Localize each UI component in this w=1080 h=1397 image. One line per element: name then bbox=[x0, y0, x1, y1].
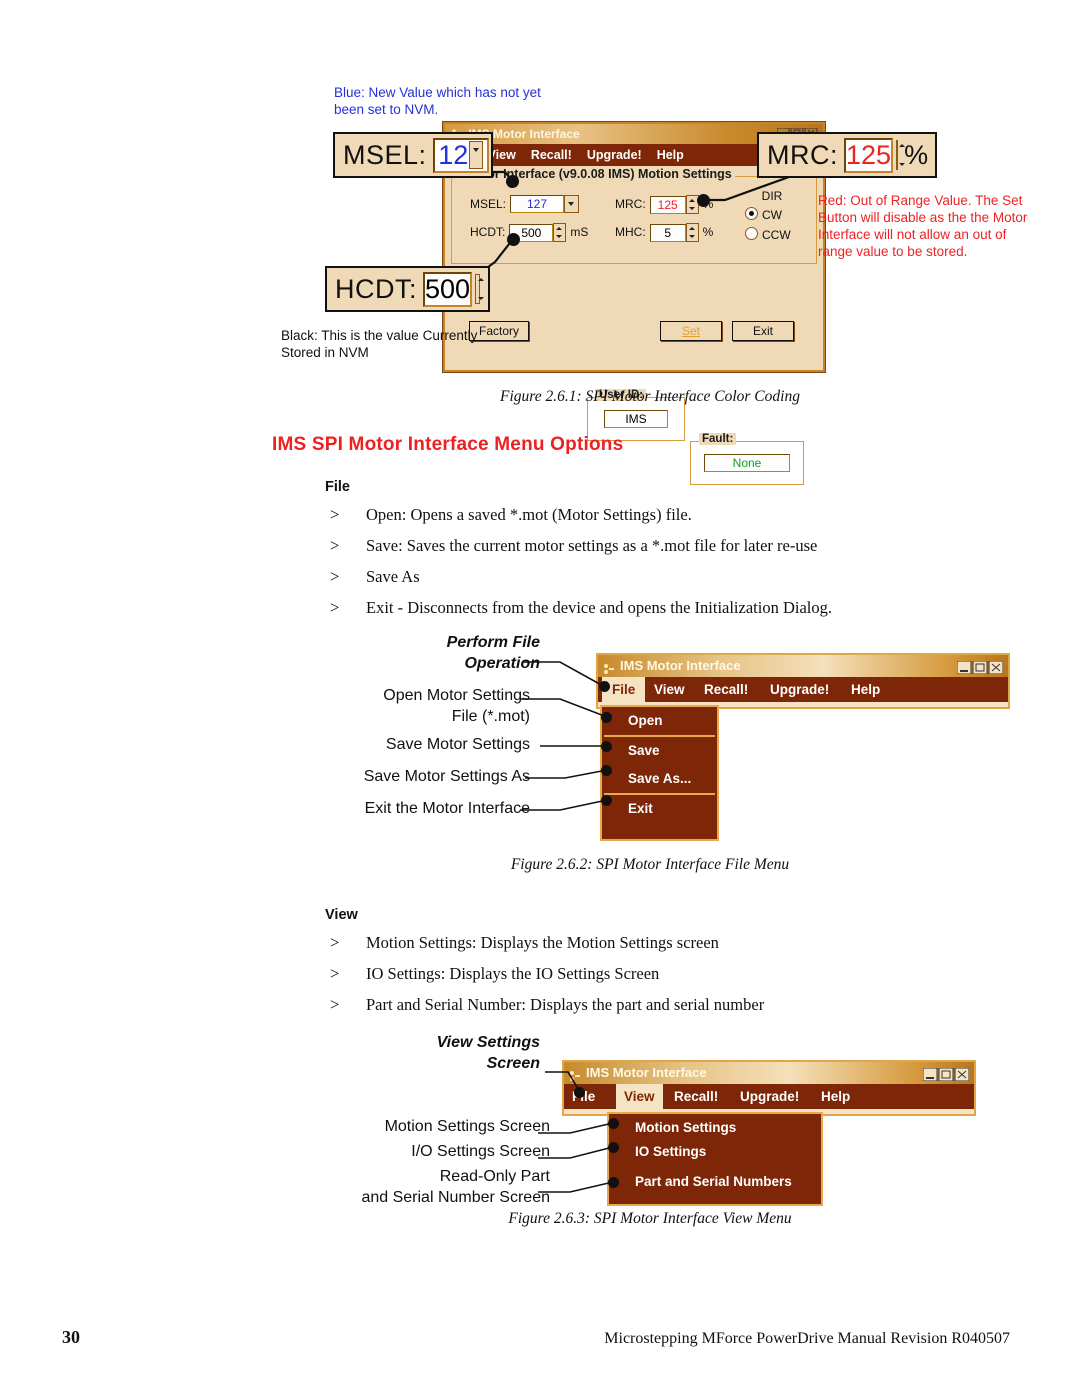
callout-hcdt-value: 500 bbox=[423, 271, 473, 307]
leader-dot-hcdt bbox=[507, 233, 520, 246]
callout-mrc: MRC: 125 % bbox=[757, 132, 937, 178]
callout-hcdt: HCDT: 500 bbox=[325, 266, 490, 312]
fig2-leader-lines bbox=[520, 661, 608, 811]
leader-dot-msel bbox=[506, 175, 519, 188]
list-item: > Motion Settings: Displays the Motion Se… bbox=[330, 933, 950, 953]
leader-dot-mrc bbox=[697, 194, 710, 207]
view-subheading: View bbox=[325, 907, 358, 923]
list-item-text: Motion Settings: Displays the Motion Set… bbox=[366, 933, 719, 952]
list-item: > IO Settings: Displays the IO Settings S… bbox=[330, 964, 950, 984]
footer-text: Microstepping MForce PowerDrive Manual R… bbox=[604, 1330, 1010, 1347]
fig2-dot-open bbox=[601, 712, 612, 723]
bullet-mark: > bbox=[330, 536, 340, 555]
figure-3-view-menu: View Settings Screen Motion Settings Scr… bbox=[0, 1020, 1080, 1220]
document-page: Blue: New Value which has not yet been s… bbox=[0, 0, 1080, 1397]
bullet-mark: > bbox=[330, 995, 340, 1014]
fault-value: None bbox=[704, 454, 790, 472]
list-item: > Open: Opens a saved *.mot (Motor Settin… bbox=[330, 505, 950, 525]
list-item: > Save: Saves the current motor settings … bbox=[330, 536, 950, 556]
fig3-leader-lines bbox=[538, 1071, 614, 1193]
callout-mrc-spinner bbox=[896, 140, 906, 170]
figure-1-color-coding: Blue: New Value which has not yet been s… bbox=[0, 0, 1080, 485]
callout-hcdt-spinner bbox=[475, 274, 484, 304]
bullet-mark: > bbox=[330, 567, 340, 586]
figure-2-file-menu: Perform File Operation Open Motor Settin… bbox=[0, 620, 1080, 870]
bullet-mark: > bbox=[330, 964, 340, 983]
bullet-mark: > bbox=[330, 505, 340, 524]
view-items-list: > Motion Settings: Displays the Motion Se… bbox=[330, 933, 950, 1015]
list-item-text: Part and Serial Number: Displays the par… bbox=[366, 995, 765, 1014]
list-item: > Save As bbox=[330, 567, 950, 587]
fig2-dot-file bbox=[599, 681, 610, 692]
list-item-text: IO Settings: Displays the IO Settings Sc… bbox=[366, 964, 660, 983]
note-black: Black: This is the value Currently Store… bbox=[281, 328, 478, 360]
list-item-text: Save: Saves the current motor settings a… bbox=[366, 536, 818, 555]
callout-msel-label: MSEL: bbox=[343, 139, 427, 170]
note-red: Red: Out of Range Value. The Set Button … bbox=[818, 193, 1028, 259]
file-subheading: File bbox=[325, 479, 350, 495]
callout-hcdt-label: HCDT: bbox=[335, 273, 417, 304]
fig2-dot-save bbox=[601, 741, 612, 752]
list-item-text: Open: Opens a saved *.mot (Motor Setting… bbox=[366, 505, 692, 524]
fig3-dot-partserial bbox=[608, 1177, 619, 1188]
section-heading: IMS SPI Motor Interface Menu Options bbox=[272, 434, 624, 455]
callout-mrc-unit: % bbox=[904, 139, 929, 170]
fault-group: Fault: None bbox=[690, 433, 804, 485]
list-item: > Part and Serial Number: Displays the pa… bbox=[330, 995, 950, 1015]
list-item: > Exit - Disconnects from the device and … bbox=[330, 598, 950, 618]
userid-value: IMS bbox=[604, 410, 668, 428]
fig3-dot-io bbox=[608, 1142, 619, 1153]
figure-2-caption: Figure 2.6.2: SPI Motor Interface File M… bbox=[510, 856, 790, 873]
fig3-dot-motion bbox=[608, 1118, 619, 1129]
callout-mrc-value: 125 bbox=[844, 137, 894, 173]
callout-msel-arrow bbox=[468, 141, 483, 169]
file-items-list: > Open: Opens a saved *.mot (Motor Settin… bbox=[330, 505, 950, 618]
callout-msel: MSEL: 127 bbox=[333, 132, 493, 178]
fig2-dot-saveas bbox=[601, 765, 612, 776]
bullet-mark: > bbox=[330, 598, 340, 617]
fig3-dot-view bbox=[574, 1087, 585, 1098]
bullet-mark: > bbox=[330, 933, 340, 952]
figure-1-caption: Figure 2.6.1: SPI Motor Interface Color … bbox=[500, 388, 800, 405]
list-item-text: Save As bbox=[366, 567, 420, 586]
list-item-text: Exit - Disconnects from the device and o… bbox=[366, 598, 832, 617]
fault-legend: Fault: bbox=[699, 433, 737, 445]
callout-mrc-label: MRC: bbox=[767, 139, 838, 170]
fig2-dot-exit bbox=[601, 795, 612, 806]
figure-3-caption: Figure 2.6.3: SPI Motor Interface View M… bbox=[508, 1210, 792, 1227]
